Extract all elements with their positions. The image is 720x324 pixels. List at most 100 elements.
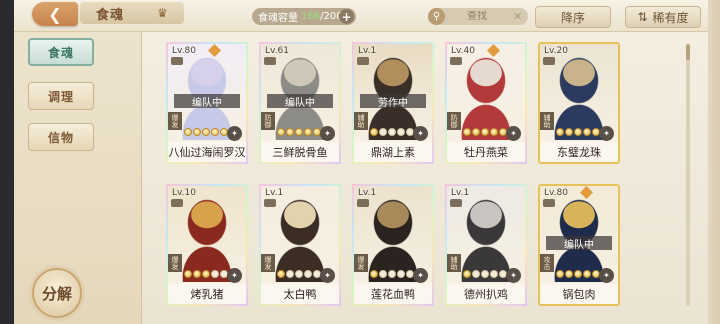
element-type-icon: ✦ (506, 126, 521, 141)
star-icon (490, 270, 498, 278)
capacity-label: 食魂容量 (258, 13, 298, 24)
star-icon (184, 128, 192, 136)
status-strip: 劳作中 (360, 94, 426, 109)
star-icon (472, 128, 480, 136)
star-rating (463, 128, 507, 138)
level-label: Lv.1 (265, 188, 284, 198)
star-icon (277, 128, 285, 136)
lock-icon (264, 57, 276, 65)
element-type-icon: ✦ (599, 126, 614, 141)
status-strip: 编队中 (546, 236, 612, 251)
star-rating (463, 270, 507, 280)
decompose-label: 分解 (41, 284, 72, 303)
food-soul-card[interactable]: Lv.1 爆发 ✦ 莲花血鸭 (352, 184, 434, 306)
level-label: Lv.1 (358, 188, 377, 198)
tab-food-soul-label: 食魂 (47, 45, 74, 60)
star-icon (295, 270, 303, 278)
level-label: Lv.1 (358, 46, 377, 56)
element-type-icon: ✦ (413, 126, 428, 141)
star-icon (286, 270, 294, 278)
food-soul-card[interactable]: Lv.61 编队中 防御 ✦ 三鲜脱骨鱼 (259, 42, 341, 164)
character-name: 东璧龙珠 (540, 142, 618, 162)
sort-descending-button[interactable]: 降序 (535, 6, 611, 28)
lock-icon (357, 199, 369, 207)
lock-icon (450, 199, 462, 207)
food-soul-card[interactable]: Lv.80 编队中 爆发 ✦ 八仙过海闹罗汉 (166, 42, 248, 164)
left-edge (0, 0, 14, 324)
role-tag: 防御 (447, 112, 461, 130)
expand-capacity-button[interactable]: + (339, 9, 354, 24)
role-tag: 爆发 (261, 254, 275, 272)
star-icon (463, 270, 471, 278)
star-icon (481, 270, 489, 278)
star-rating (277, 128, 321, 138)
level-label: Lv.1 (451, 188, 470, 198)
decompose-button[interactable]: 分解 (32, 268, 82, 318)
star-icon (583, 128, 591, 136)
tab-keepsake[interactable]: 信物 (28, 123, 94, 151)
food-soul-card[interactable]: Lv.1 爆发 ✦ 太白鸭 (259, 184, 341, 306)
search-input[interactable] (445, 11, 509, 22)
star-icon (193, 270, 201, 278)
food-soul-card[interactable]: Lv.80 编队中 攻击 ✦ 锅包肉 (538, 184, 620, 306)
star-icon (304, 128, 312, 136)
element-type-icon: ✦ (227, 126, 242, 141)
star-icon (211, 128, 219, 136)
character-name: 牡丹燕菜 (447, 142, 525, 162)
star-rating (184, 128, 228, 138)
star-icon (565, 270, 573, 278)
sort-arrows-icon: ⇅ (637, 10, 648, 24)
star-icon (370, 128, 378, 136)
level-label: Lv.80 (172, 46, 196, 56)
search-box: ⚲ ✕ (428, 8, 528, 25)
food-soul-card[interactable]: Lv.1 劳作中辅助 ✦ 鼎湖上素 (352, 42, 434, 164)
star-icon (490, 128, 498, 136)
role-tag: 防御 (261, 112, 275, 130)
lock-icon (171, 199, 183, 207)
food-soul-card[interactable]: Lv.10 爆发 ✦ 烤乳猪 (166, 184, 248, 306)
grid-scrollbar[interactable] (686, 44, 690, 306)
role-tag: 辅助 (540, 112, 554, 130)
character-name: 鼎湖上素 (354, 142, 432, 162)
scrollbar-thumb[interactable] (686, 44, 690, 60)
star-icon (379, 270, 387, 278)
back-arrow-icon: ❮ (48, 4, 62, 24)
lock-icon (543, 57, 555, 65)
role-tag: 辅助 (354, 112, 368, 130)
star-icon (556, 128, 564, 136)
sort-rarity-button[interactable]: ⇅ 稀有度 (625, 6, 701, 28)
food-soul-card[interactable]: Lv.1 辅助 ✦ 德州扒鸡 (445, 184, 527, 306)
star-icon (574, 270, 582, 278)
status-strip: 编队中 (267, 94, 333, 109)
lock-icon (264, 199, 276, 207)
star-icon (304, 270, 312, 278)
star-rating (370, 128, 414, 138)
lock-icon (450, 57, 462, 65)
back-button[interactable]: ❮ (32, 2, 78, 26)
character-name: 三鲜脱骨鱼 (261, 142, 339, 162)
level-label: Lv.10 (172, 188, 196, 198)
character-name: 太白鸭 (261, 284, 339, 304)
character-name: 八仙过海闹罗汉 (168, 142, 246, 162)
star-rating (556, 128, 600, 138)
lock-icon (171, 57, 183, 65)
tab-conditioning[interactable]: 调理 (28, 82, 94, 110)
lock-icon (357, 57, 369, 65)
top-bar: ❮ 食魂 ♛ 食魂容量 166 /200 + ⚲ ✕ 降序 ⇅ 稀有度 (14, 0, 708, 32)
role-tag: 爆发 (168, 112, 182, 130)
star-icon (583, 270, 591, 278)
tab-food-soul[interactable]: 食魂 (28, 38, 94, 66)
sort-rarity-label: 稀有度 (652, 10, 689, 25)
element-type-icon: ✦ (227, 268, 242, 283)
food-soul-grid: Lv.80 编队中 爆发 ✦ 八仙过海闹罗汉 Lv.61 编队中 防御 ✦ 三鲜脱骨鱼 Lv.1 劳作… (166, 42, 682, 324)
capacity-count: 166 (301, 11, 321, 22)
clear-search-icon[interactable]: ✕ (513, 10, 522, 23)
food-soul-card[interactable]: Lv.20 辅助 ✦ 东璧龙珠 (538, 42, 620, 164)
star-icon (184, 270, 192, 278)
star-icon (565, 128, 573, 136)
tab-keepsake-label: 信物 (47, 130, 74, 145)
star-icon (379, 128, 387, 136)
star-icon (463, 128, 471, 136)
food-soul-card[interactable]: Lv.40 防御 ✦ 牡丹燕菜 (445, 42, 527, 164)
star-icon (472, 270, 480, 278)
